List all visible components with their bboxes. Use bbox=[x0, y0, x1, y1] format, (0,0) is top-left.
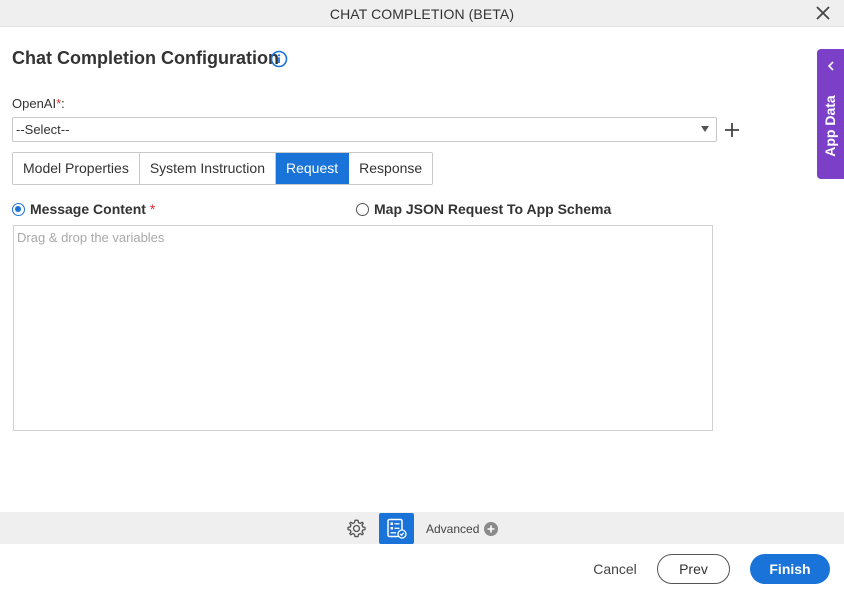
advanced-link[interactable]: Advanced bbox=[426, 522, 479, 536]
app-data-label: App Data bbox=[822, 95, 838, 157]
window-titlebar: CHAT COMPLETION (BETA) bbox=[0, 0, 844, 27]
radio-map-json[interactable]: Map JSON Request To App Schema bbox=[356, 201, 611, 217]
required-mark: * bbox=[149, 201, 156, 217]
radio-map-json-label: Map JSON Request To App Schema bbox=[374, 201, 612, 217]
cancel-button[interactable]: Cancel bbox=[590, 554, 640, 584]
form-button[interactable] bbox=[379, 513, 414, 544]
openai-select-value: --Select-- bbox=[16, 122, 70, 137]
window-title: CHAT COMPLETION (BETA) bbox=[329, 6, 515, 22]
label-colon: : bbox=[61, 96, 65, 111]
finish-button[interactable]: Finish bbox=[750, 554, 830, 584]
tab-request[interactable]: Request bbox=[275, 153, 350, 184]
close-icon[interactable] bbox=[814, 4, 832, 22]
tab-model-properties[interactable]: Model Properties bbox=[13, 153, 140, 184]
dropzone-placeholder: Drag & drop the variables bbox=[17, 230, 165, 245]
radio-circle-checked[interactable] bbox=[12, 202, 25, 216]
form-icon bbox=[387, 518, 407, 539]
openai-label-text: OpenAI bbox=[12, 96, 57, 111]
radio-message-content-label: Message Content bbox=[30, 201, 146, 217]
openai-label: OpenAI*: bbox=[12, 96, 65, 111]
radio-circle[interactable] bbox=[356, 202, 369, 216]
chevron-left-icon bbox=[827, 61, 834, 71]
plus-circle-icon[interactable] bbox=[484, 522, 498, 536]
info-icon[interactable] bbox=[270, 50, 288, 68]
tab-response[interactable]: Response bbox=[349, 153, 433, 184]
app-data-panel-tab[interactable]: App Data bbox=[817, 49, 844, 179]
add-connection-button[interactable] bbox=[723, 121, 741, 139]
gear-icon[interactable] bbox=[346, 518, 367, 539]
page-title: Chat Completion Configuration bbox=[12, 48, 279, 68]
tab-system-instruction[interactable]: System Instruction bbox=[139, 153, 276, 184]
openai-select[interactable]: --Select-- bbox=[12, 117, 717, 142]
radio-message-content[interactable]: Message Content * bbox=[12, 201, 155, 217]
message-content-dropzone[interactable]: Drag & drop the variables bbox=[13, 225, 713, 431]
bottom-toolbar bbox=[0, 512, 844, 544]
prev-button[interactable]: Prev bbox=[657, 554, 730, 584]
config-tabs: Model Properties System Instruction Requ… bbox=[12, 152, 434, 185]
chevron-down-icon bbox=[701, 126, 709, 132]
